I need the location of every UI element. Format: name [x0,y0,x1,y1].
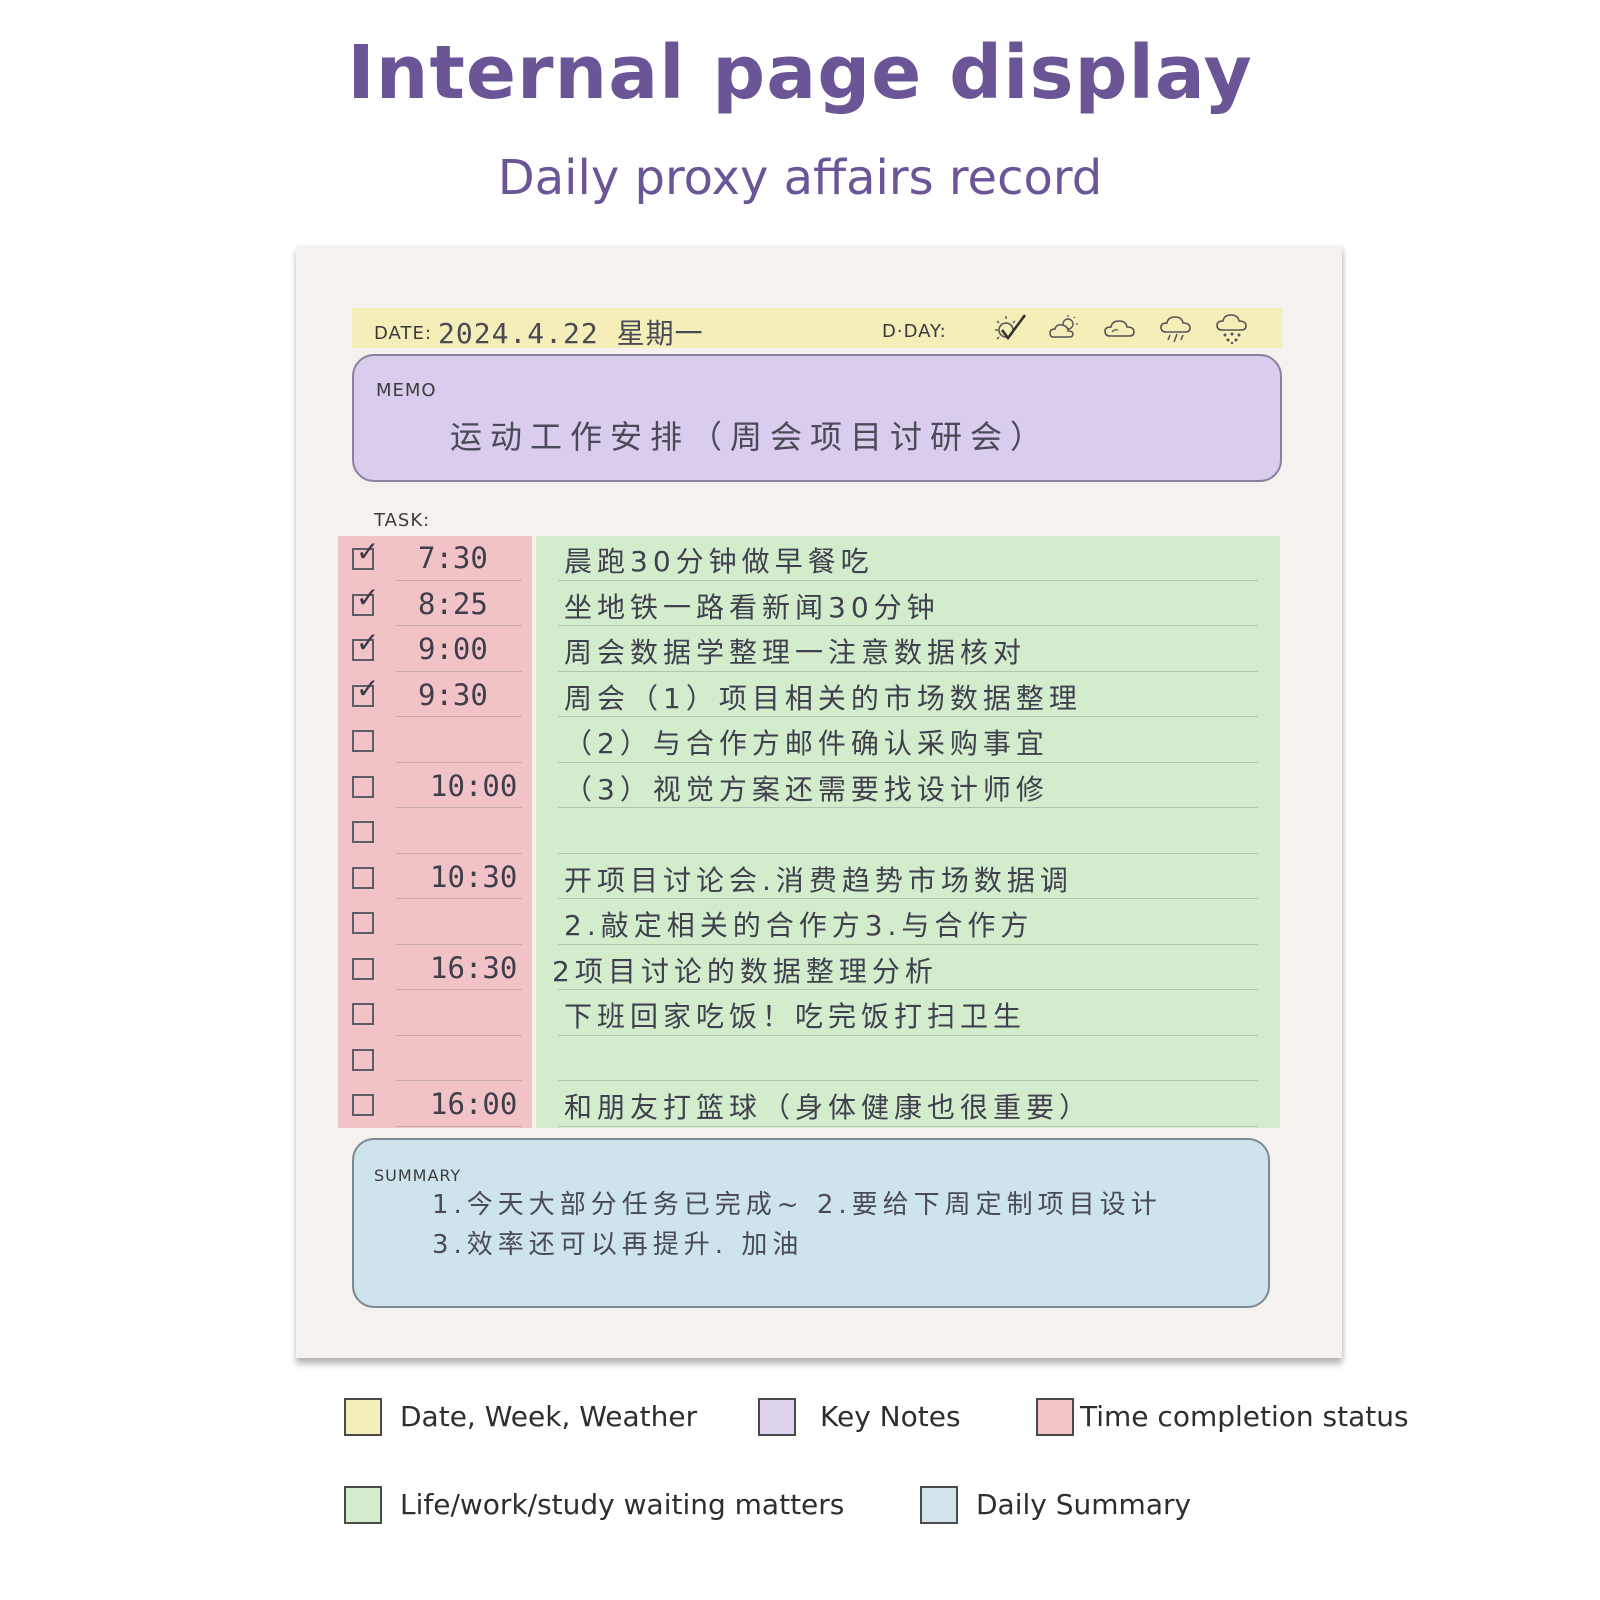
task-time: 10:30 [430,859,518,894]
task-checkbox[interactable] [352,775,374,798]
check-mark-icon: ✓ [356,671,380,705]
task-checkbox[interactable] [352,1094,374,1116]
task-rule [558,1125,1258,1127]
check-mark-icon: ✓ [356,626,380,659]
task-time: 10:00 [430,768,518,803]
cloudy-icon[interactable] [1102,312,1138,344]
memo-box[interactable]: MEMO 运动工作安排（周会项目讨研会） [352,354,1282,482]
task-checkbox[interactable] [352,957,374,980]
task-time: 9:00 [418,632,488,666]
task-text: 下班回家吃饭！吃完饭打扫卫生 [564,1000,1027,1033]
task-checkbox[interactable] [352,1003,374,1025]
task-time: 16:30 [430,950,518,985]
task-rule [558,761,1258,763]
rain-icon[interactable] [1158,312,1194,344]
task-rule [558,1080,1258,1081]
time-rule [396,670,522,672]
time-rule [396,989,522,990]
task-text: 晨跑30分钟做早餐吃 [564,545,874,578]
legend-swatch-date [344,1398,382,1436]
task-rule [558,625,1258,626]
time-rule [396,1034,522,1036]
legend-swatch-time [1036,1398,1074,1436]
task-rule [558,1034,1258,1036]
task-time: 8:25 [418,586,488,621]
legend-label-time: Time completion status [1080,1400,1409,1433]
time-rule [396,807,522,808]
task-time: 16:00 [430,1087,518,1121]
summary-line: 1.今天大部分任务已完成~ 2.要给下周定制项目设计 [432,1190,1162,1220]
time-rule [396,625,522,626]
partly-cloudy-icon[interactable] [1046,312,1082,344]
time-rule [396,716,522,717]
task-rule [558,670,1258,672]
task-rule [558,989,1258,990]
task-text: 和朋友打篮球（身体健康也很重要） [564,1091,1093,1124]
task-text: 2.敲定相关的合作方3.与合作方 [564,909,1034,942]
date-strip: DATE: 2024.4.22 星期一 D·DAY: [352,308,1282,350]
task-rule [558,852,1258,854]
task-rule [558,807,1258,808]
task-text: （2）与合作方邮件确认采购事宜 [564,727,1049,760]
time-rule [396,898,522,899]
task-time: 7:30 [418,541,488,575]
check-mark-icon: ✓ [356,580,380,614]
time-rule [396,1125,522,1127]
task-label: TASK: [374,510,431,531]
snow-icon[interactable] [1214,312,1250,344]
legend-swatch-summary [920,1486,958,1524]
time-rule [396,579,522,581]
time-rule [396,761,522,763]
date-label: DATE: [374,323,432,344]
legend-label-summary: Daily Summary [976,1488,1192,1521]
task-text: 周会（1）项目相关的市场数据整理 [564,681,1082,715]
page-title: Internal page display [347,30,1253,116]
task-rule [558,716,1258,717]
summary-label: SUMMARY [374,1166,462,1185]
legend-swatch-tasks [344,1486,382,1524]
sunny-checked-icon[interactable] [992,312,1028,344]
time-rule [396,943,522,945]
summary-line: 3.效率还可以再提升. 加油 [432,1230,804,1260]
date-value: 2024.4.22 星期一 [438,317,704,350]
dday-label: D·DAY: [882,321,947,342]
time-rule [396,852,522,854]
task-checkbox[interactable] [352,912,374,934]
task-text: 坐地铁一路看新闻30分钟 [564,590,940,624]
task-checkbox[interactable] [352,866,374,889]
legend-label-date: Date, Week, Weather [400,1400,698,1433]
task-rule [558,579,1258,581]
task-text: （3）视觉方案还需要找设计师修 [564,772,1049,806]
legend-swatch-notes [758,1398,796,1436]
page-subtitle: Daily proxy affairs record [497,150,1103,206]
memo-text: 运动工作安排（周会项目讨研会） [450,418,1051,456]
legend-label-notes: Key Notes [820,1400,961,1433]
task-checkbox[interactable] [352,730,374,752]
time-rule [396,1080,522,1081]
check-mark-icon: ✓ [356,535,380,568]
task-rule [558,898,1258,899]
task-text: 周会数据学整理一注意数据核对 [564,636,1027,669]
legend-label-tasks: Life/work/study waiting matters [400,1488,845,1521]
planner-page: DATE: 2024.4.22 星期一 D·DAY: MEMO 运动工作安排（周… [296,246,1342,1358]
task-text: 2项目讨论的数据整理分析 [552,954,938,988]
summary-box[interactable]: SUMMARY 1.今天大部分任务已完成~ 2.要给下周定制项目设计 3.效率还… [352,1138,1270,1308]
task-time: 9:30 [418,677,488,712]
task-checkbox[interactable] [352,1048,374,1071]
memo-label: MEMO [376,380,437,401]
task-text: 开项目讨论会.消费趋势市场数据调 [564,863,1073,897]
task-rule [558,943,1258,945]
task-checkbox[interactable] [352,821,374,843]
